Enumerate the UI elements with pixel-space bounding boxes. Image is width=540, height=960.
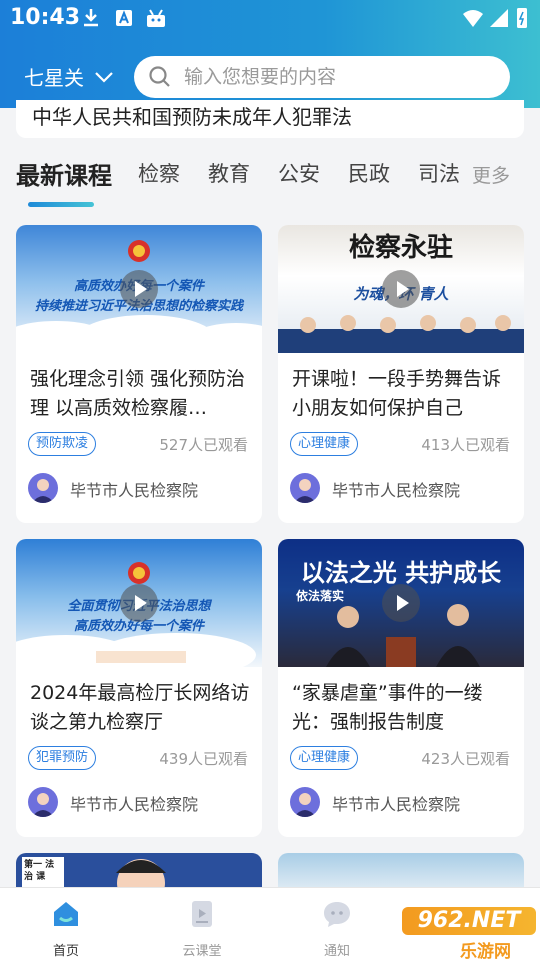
person-icon xyxy=(294,479,316,503)
chevron-down-icon xyxy=(95,71,113,83)
emblem-icon xyxy=(128,562,150,584)
course-card[interactable]: 检察永驻 为魂，环 青人 开课啦！一段手势舞告诉小朋友如何保护自己 心理健康 4… xyxy=(278,225,524,523)
chat-icon xyxy=(324,902,350,927)
tab-procuratorate[interactable]: 检察 xyxy=(138,158,180,188)
view-count: 423人已观看 xyxy=(421,750,510,768)
notice-text: 中华人民共和国预防未成年人犯罪法 xyxy=(32,105,352,129)
tab-civil-affairs[interactable]: 民政 xyxy=(348,158,390,188)
course-title: 2024年最高检厅长网络访谈之第九检察厅 xyxy=(30,682,250,733)
course-title: 强化理念引领 强化预防治理 以高质效检察履… xyxy=(30,368,246,419)
person-icon xyxy=(294,793,316,817)
tab-indicator xyxy=(28,202,94,207)
tabbar-item-notice[interactable]: 通知 xyxy=(297,898,377,959)
android-icon xyxy=(147,9,165,27)
avatar xyxy=(290,787,320,817)
tabbar-label: 云课堂 xyxy=(182,944,222,959)
course-author: 毕节市人民检察院 xyxy=(70,795,199,814)
course-thumbnail: 高质效办好每一个案件 持续推进习近平法治思想的检察实践 xyxy=(16,225,262,353)
person-icon xyxy=(32,793,54,817)
notice-banner[interactable]: 中华人民共和国预防未成年人犯罪法 xyxy=(16,100,524,138)
course-tag: 心理健康 xyxy=(290,746,359,770)
course-card[interactable]: 全面贯彻习近平法治思想 高质效办好每一个案件 2024年最高检厅长网络访谈之第九… xyxy=(16,539,262,837)
course-card[interactable]: 以法之光 共护成长 依法落实 “家暴虐童”事件的一缕光：强制报告制度 心理健康 … xyxy=(278,539,524,837)
view-count: 413人已观看 xyxy=(421,436,510,454)
status-time: 10:43 xyxy=(10,5,81,30)
avatar xyxy=(28,787,58,817)
tabbar-label: 通知 xyxy=(323,944,350,959)
avatar xyxy=(290,473,320,503)
app-header: 10:43 七星关 xyxy=(0,0,540,108)
wifi-icon xyxy=(463,10,483,27)
avatar xyxy=(28,473,58,503)
performers-image xyxy=(278,315,524,353)
city-selector[interactable]: 七星关 xyxy=(24,62,114,91)
home-icon xyxy=(54,902,78,926)
course-card[interactable]: 高质效办好每一个案件 持续推进习近平法治思想的检察实践 强化理念引领 强化预防治… xyxy=(16,225,262,523)
watermark-subtext: 乐游网 xyxy=(460,942,511,960)
tab-education[interactable]: 教育 xyxy=(208,158,250,188)
play-icon[interactable] xyxy=(120,270,158,308)
tab-public-security[interactable]: 公安 xyxy=(278,158,320,188)
course-title: 开课啦！一段手势舞告诉小朋友如何保护自己 xyxy=(292,368,502,419)
course-thumbnail: 检察永驻 为魂，环 青人 xyxy=(278,225,524,353)
tabbar-item-home[interactable]: 首页 xyxy=(26,898,106,959)
course-card[interactable]: 第一 法治 课 xyxy=(16,853,262,887)
signal-icon xyxy=(490,9,508,27)
tab-more[interactable]: 更多 xyxy=(472,161,510,188)
download-icon xyxy=(84,9,98,27)
watermark-logo: 962.NET 乐游网 xyxy=(402,905,536,960)
view-count: 439人已观看 xyxy=(159,750,248,768)
course-thumbnail: 以法之光 共护成长 依法落实 xyxy=(278,539,524,667)
status-bar: 10:43 xyxy=(0,0,540,36)
course-title: “家暴虐童”事件的一缕光：强制报告制度 xyxy=(292,682,483,733)
play-icon[interactable] xyxy=(382,584,420,622)
watermark-text: 962.NET xyxy=(402,907,536,935)
course-author: 毕节市人民检察院 xyxy=(70,481,199,500)
course-author: 毕节市人民检察院 xyxy=(332,481,461,500)
thumbnail-text: 检察永驻 xyxy=(348,233,453,263)
tab-judicial[interactable]: 司法 xyxy=(418,158,460,188)
translate-icon xyxy=(116,10,132,26)
search-icon xyxy=(149,66,170,87)
thumbnail-text: 第一 法治 课 xyxy=(22,857,64,887)
tabbar-label: 首页 xyxy=(52,944,79,959)
video-icon xyxy=(192,901,212,927)
battery-icon xyxy=(517,8,527,28)
play-icon[interactable] xyxy=(120,584,158,622)
course-card[interactable] xyxy=(278,853,524,887)
course-thumbnail xyxy=(278,853,524,887)
thumbnail-text: 以法之光 共护成长 xyxy=(300,559,502,587)
tab-latest-courses[interactable]: 最新课程 xyxy=(16,156,112,191)
course-thumbnail: 全面贯彻习近平法治思想 高质效办好每一个案件 xyxy=(16,539,262,667)
view-count: 527人已观看 xyxy=(159,436,248,454)
course-thumbnail: 第一 法治 课 xyxy=(16,853,262,887)
course-tag: 心理健康 xyxy=(290,432,359,456)
course-tag: 预防欺凌 xyxy=(28,432,97,456)
cartoon-person-image xyxy=(116,859,166,887)
course-author: 毕节市人民检察院 xyxy=(332,795,461,814)
tabbar-item-cloud-class[interactable]: 云课堂 xyxy=(162,898,242,959)
person-icon xyxy=(32,479,54,503)
category-tabs: 最新课程 检察 教育 公安 民政 司法 更多 xyxy=(0,150,540,210)
play-icon[interactable] xyxy=(382,270,420,308)
course-tag: 犯罪预防 xyxy=(28,746,97,770)
search-bar[interactable] xyxy=(134,56,510,98)
search-input[interactable] xyxy=(184,66,484,88)
emblem-icon xyxy=(128,240,150,262)
city-label: 七星关 xyxy=(24,66,84,90)
